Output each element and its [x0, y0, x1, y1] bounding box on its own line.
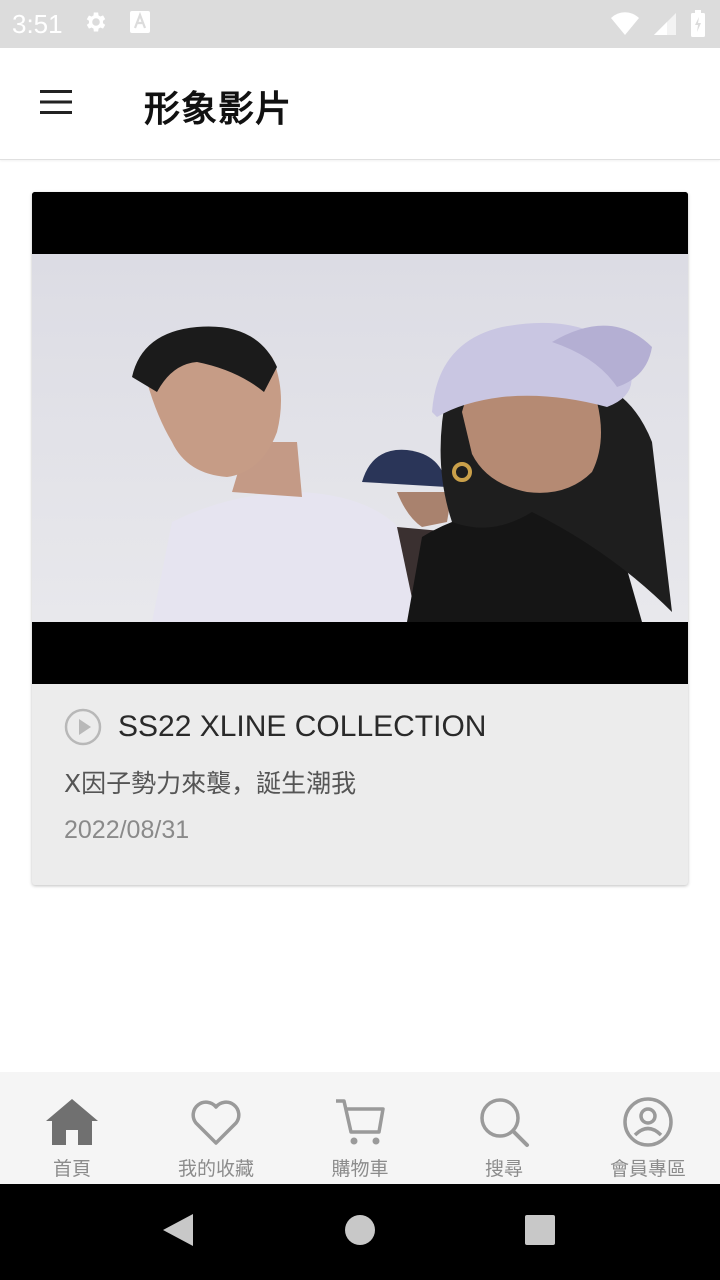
play-circle-icon[interactable]	[64, 708, 102, 746]
status-right	[610, 10, 706, 42]
battery-icon	[690, 10, 706, 42]
card-body: SS22 XLINE COLLECTION X因子勢力來襲，誕生潮我 2022/…	[32, 684, 688, 885]
heart-icon	[188, 1094, 244, 1150]
system-nav-bar	[0, 1184, 720, 1280]
page-title: 形象影片	[144, 89, 293, 130]
nav-item-home[interactable]: 首頁	[0, 1072, 144, 1184]
bottom-nav: 首頁 我的收藏 購物車 搜尋 會員專區	[0, 1072, 720, 1184]
back-button[interactable]	[148, 1202, 208, 1262]
video-subtitle: X因子勢力來襲，誕生潮我	[64, 769, 357, 798]
home-system-button[interactable]	[330, 1202, 390, 1262]
nav-label-home: 首頁	[52, 1158, 91, 1180]
nav-label-cart: 購物車	[331, 1158, 389, 1180]
status-time: 3:51	[12, 8, 63, 39]
video-title: SS22 XLINE COLLECTION	[118, 710, 487, 743]
cart-icon	[332, 1094, 388, 1150]
home-circle-icon	[344, 1214, 376, 1250]
video-card[interactable]: SS22 XLINE COLLECTION X因子勢力來襲，誕生潮我 2022/…	[32, 192, 688, 885]
back-triangle-icon	[161, 1212, 195, 1252]
nav-item-search[interactable]: 搜尋	[432, 1072, 576, 1184]
nav-label-member: 會員專區	[609, 1158, 686, 1180]
recents-square-icon	[524, 1214, 556, 1250]
nav-label-search: 搜尋	[484, 1158, 523, 1180]
card-title-row: SS22 XLINE COLLECTION	[64, 708, 486, 746]
nav-item-cart[interactable]: 購物車	[288, 1072, 432, 1184]
account-icon	[620, 1094, 676, 1150]
menu-button[interactable]	[28, 78, 84, 130]
wifi-icon	[610, 11, 640, 41]
status-left: 3:51	[0, 9, 151, 40]
app-bar: 形象影片	[0, 48, 720, 160]
recents-button[interactable]	[510, 1202, 570, 1262]
settings-icon	[83, 9, 109, 39]
signal-icon	[652, 11, 678, 41]
home-icon	[44, 1094, 100, 1150]
hamburger-menu-icon	[39, 88, 73, 120]
nav-item-member[interactable]: 會員專區	[576, 1072, 720, 1184]
video-thumbnail[interactable]	[32, 192, 688, 684]
nav-label-favorites: 我的收藏	[177, 1158, 254, 1180]
nav-item-favorites[interactable]: 我的收藏	[144, 1072, 288, 1184]
status-bar: 3:51	[0, 0, 720, 48]
search-icon	[476, 1094, 532, 1150]
video-date: 2022/08/31	[64, 816, 190, 844]
a-icon	[129, 10, 151, 38]
